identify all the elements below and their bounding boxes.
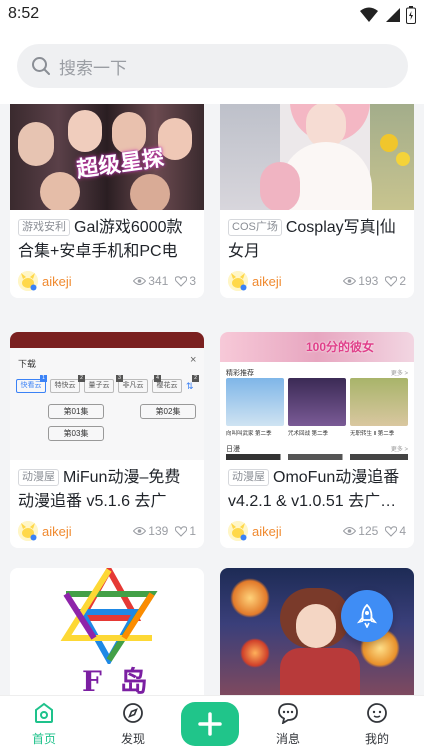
heart-icon (175, 525, 188, 537)
view-count: 139 (148, 524, 169, 538)
eye-icon (133, 277, 147, 285)
tab-profile[interactable]: 我的 (347, 702, 407, 747)
tab-home[interactable]: 首页 (14, 702, 74, 747)
post-title: COS广场 Cosplay写真|仙女月 (228, 219, 396, 260)
cover-more-link: 更多 > (390, 371, 408, 377)
home-icon (35, 702, 53, 723)
post-cover: 超级星探 (10, 104, 204, 210)
post-stats: 193 2 (343, 274, 406, 288)
tab-label: 我的 (364, 732, 389, 746)
heart-icon (175, 275, 188, 287)
plus-icon (198, 712, 222, 736)
post-cover (220, 104, 414, 210)
avatar[interactable] (228, 521, 248, 541)
tab-label: 消息 (275, 732, 300, 746)
status-icons (360, 6, 416, 24)
post-cover: 下载 × 快看云 特快云 量子云 非凡云 樱花云 ⇅ 1 2 3 4 2 第01… (10, 332, 204, 460)
author-name[interactable]: aikeji (42, 524, 72, 539)
tab-messages[interactable]: 消息 (258, 702, 318, 747)
post-card[interactable]: 超级星探 游戏安利Gal游戏6000款合集+安卓手机和PC电脑… aikeji … (10, 104, 204, 298)
post-footer: aikeji 341 3 (18, 264, 196, 298)
signal-icon (386, 8, 400, 22)
view-count: 193 (358, 274, 379, 288)
cover-episode: 第03集 (48, 426, 104, 441)
battery-icon (406, 6, 416, 24)
post-tag: 动漫屋 (228, 469, 269, 486)
avatar[interactable] (228, 271, 248, 291)
view-count: 125 (358, 524, 379, 538)
post-tag: 游戏安利 (18, 219, 70, 236)
rocket-icon (356, 604, 378, 628)
create-post-button[interactable] (181, 702, 239, 746)
wifi-icon (360, 7, 378, 22)
cover-section-title: 精彩推荐 (226, 370, 254, 377)
heart-icon (385, 525, 398, 537)
author-name[interactable]: aikeji (252, 524, 282, 539)
eye-icon (343, 277, 357, 285)
like-count: 2 (399, 274, 406, 288)
post-stats: 125 4 (343, 524, 406, 538)
cover-title-text: F 岛 (82, 665, 152, 695)
status-bar: 8:52 (0, 0, 424, 30)
rocket-fab[interactable] (341, 590, 393, 642)
compass-icon (123, 703, 143, 723)
post-tag: COS广场 (228, 219, 282, 236)
post-cover: 100分的彼女 精彩推荐 更多 > 向叫叫武家 第二季 咒术回战 第二季 无职转… (220, 332, 414, 460)
avatar[interactable] (18, 521, 38, 541)
profile-icon (367, 703, 387, 723)
post-stats: 341 3 (133, 274, 196, 288)
cover-chip-badge: 4 (154, 375, 161, 382)
cover-episode: 第02集 (140, 404, 196, 419)
cover-chip-badge: 1 (40, 375, 47, 382)
like-count: 4 (399, 524, 406, 538)
view-count: 341 (148, 274, 169, 288)
tab-label: 发现 (120, 732, 145, 746)
cover-chip-badge: 3 (116, 375, 123, 382)
post-card[interactable]: COS广场 Cosplay写真|仙女月 aikeji 193 2 (220, 104, 414, 298)
eye-icon (343, 527, 357, 535)
avatar[interactable] (18, 271, 38, 291)
post-footer: aikeji 125 4 (228, 514, 406, 548)
cover-close-icon: × (190, 354, 197, 366)
cover-item-title: 咒术回战 第二季 (288, 431, 329, 437)
search-placeholder: 搜索一下 (59, 58, 127, 78)
tab-label: 首页 (31, 732, 56, 746)
author-name[interactable]: aikeji (42, 274, 72, 289)
post-title: 动漫屋MiFun动漫–免费动漫追番 v5.1.6 去广告… (18, 469, 181, 510)
like-count: 3 (189, 274, 196, 288)
post-stats: 139 1 (133, 524, 196, 538)
cover-dialog-title: 下载 (18, 359, 37, 369)
search-icon (32, 57, 50, 75)
cover-chip-badge: 2 (192, 375, 199, 382)
cover-item-title: 向叫叫武家 第二季 (226, 431, 272, 437)
post-title: 动漫屋 OmoFun动漫追番 v4.2.1 & v1.0.51 去广… (228, 469, 400, 510)
cover-more-link: 更多 > (390, 447, 408, 453)
heart-icon (385, 275, 398, 287)
search-header: 搜索一下 (0, 30, 424, 104)
cover-item-title: 无职转生 Ⅱ 第二季 (350, 431, 395, 437)
post-tag: 动漫屋 (18, 469, 59, 486)
author-name[interactable]: aikeji (252, 274, 282, 289)
message-icon (278, 703, 298, 725)
eye-icon (133, 527, 147, 535)
post-cover: F 岛 (10, 568, 204, 695)
bottom-tab-bar: 首页 发现 消息 我的 (0, 695, 424, 753)
post-title: 游戏安利Gal游戏6000款合集+安卓手机和PC电脑… (18, 219, 183, 260)
post-card[interactable]: 下载 × 快看云 特快云 量子云 非凡云 樱花云 ⇅ 1 2 3 4 2 第01… (10, 332, 204, 548)
status-time: 8:52 (8, 5, 40, 22)
cover-section-title: 日漫 (226, 446, 240, 453)
post-footer: aikeji 139 1 (18, 514, 196, 548)
post-card[interactable]: 100分的彼女 精彩推荐 更多 > 向叫叫武家 第二季 咒术回战 第二季 无职转… (220, 332, 414, 548)
like-count: 1 (189, 524, 196, 538)
star-logo-icon (60, 568, 158, 664)
post-footer: aikeji 193 2 (228, 264, 406, 298)
cover-banner-text: 100分的彼女 (306, 340, 375, 354)
tab-discover[interactable]: 发现 (103, 702, 163, 747)
cover-chip-badge: 2 (78, 375, 85, 382)
cover-episode: 第01集 (48, 404, 104, 419)
search-input[interactable]: 搜索一下 (17, 44, 408, 88)
post-card[interactable]: F 岛 (10, 568, 204, 695)
